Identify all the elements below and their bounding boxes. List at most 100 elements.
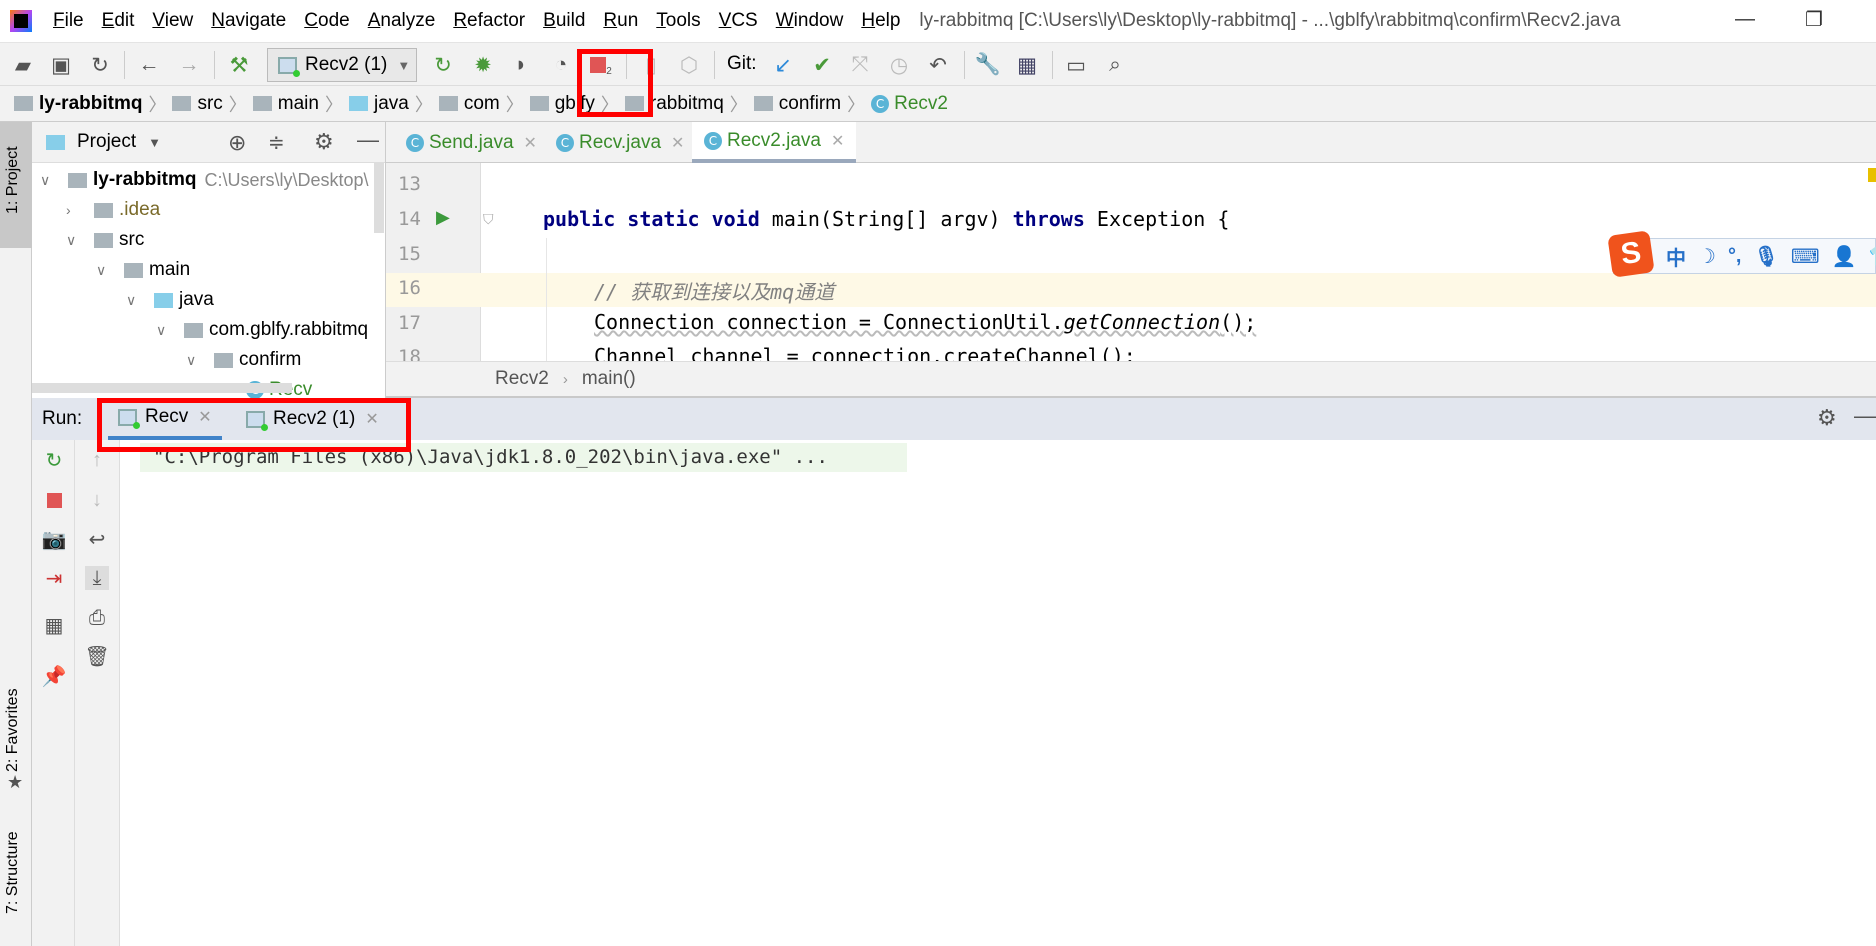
git-rollback-icon[interactable]: ↶ — [925, 52, 951, 78]
tree-item-project-root[interactable]: ∨ ly-rabbitmq C:\Users\ly\Desktop\ — [40, 165, 369, 195]
menu-code[interactable]: Code — [295, 10, 358, 32]
tree-item-package[interactable]: ∨ com.gblfy.rabbitmq — [156, 315, 368, 345]
ime-toolbar[interactable]: S 中 ☽ °, 🎙 ⌨ 👤 👕 — [1607, 230, 1876, 278]
run-tab-recv2[interactable]: Recv2 (1) ✕ — [236, 398, 389, 440]
deploy-icon[interactable]: ⬡ — [676, 52, 702, 78]
tab-recv-java[interactable]: C Recv.java ✕ — [544, 122, 696, 163]
menu-build[interactable]: Build — [534, 10, 594, 32]
punctuation-icon[interactable]: °, — [1728, 245, 1742, 268]
tree-item-java[interactable]: ∨ java — [126, 285, 214, 315]
tree-item-src[interactable]: ∨ src — [66, 225, 144, 255]
restore-button[interactable]: ❐ — [1805, 7, 1823, 32]
crumb-main[interactable]: main 〉 — [252, 91, 343, 117]
crumb-java[interactable]: java 〉 — [348, 91, 433, 117]
git-compare-icon[interactable]: ⤧ — [847, 52, 873, 78]
terminal-icon[interactable]: ▭ — [1063, 52, 1089, 78]
close-icon[interactable]: ✕ — [671, 133, 684, 153]
rerun-icon[interactable]: ↻ — [430, 52, 456, 78]
close-icon[interactable]: ✕ — [198, 407, 211, 427]
menu-help[interactable]: Help — [852, 10, 909, 32]
git-commit-icon[interactable]: ✔ — [809, 52, 835, 78]
sync-icon[interactable]: ↻ — [87, 52, 113, 78]
horizontal-scrollbar[interactable] — [32, 383, 292, 393]
search-icon[interactable]: ⌕ — [1102, 52, 1128, 78]
tree-item-idea[interactable]: › .idea — [66, 195, 160, 225]
collapse-all-icon[interactable]: ≑ — [268, 130, 285, 155]
gear-icon[interactable]: ⚙ — [314, 129, 334, 155]
menu-edit[interactable]: Edit — [93, 10, 144, 32]
hide-panel-icon[interactable]: — — [357, 127, 379, 153]
console-output[interactable]: "C:\Program Files (x86)\Java\jdk1.8.0_20… — [120, 440, 1876, 946]
crumb-gblfy[interactable]: gblfy 〉 — [529, 91, 619, 117]
layout-icon[interactable]: ▦ — [42, 613, 66, 637]
menu-run[interactable]: Run — [594, 10, 647, 32]
vertical-scrollbar[interactable] — [374, 163, 384, 233]
close-icon[interactable]: ✕ — [831, 131, 844, 151]
stop-icon[interactable] — [42, 488, 66, 512]
crumb-project[interactable]: ly-rabbitmq 〉 — [14, 91, 166, 117]
trash-icon[interactable]: 🗑 — [84, 644, 109, 668]
exit-icon[interactable]: ⇥ — [42, 566, 66, 590]
run-tab-recv[interactable]: Recv ✕ — [108, 398, 222, 440]
ime-mode[interactable]: 中 — [1666, 242, 1686, 271]
user-icon[interactable]: 👤 — [1832, 244, 1857, 269]
tab-send-java[interactable]: C Send.java ✕ — [394, 122, 549, 163]
build-hammer-icon[interactable]: ⚒ — [226, 52, 252, 78]
locate-icon[interactable]: ⊕ — [228, 130, 246, 156]
stop-icon[interactable]: 2 — [588, 52, 614, 78]
menu-vcs[interactable]: VCS — [710, 10, 767, 32]
gear-icon[interactable]: ⚙ — [1817, 405, 1837, 431]
crumb-com[interactable]: com 〉 — [438, 91, 524, 117]
menu-refactor[interactable]: Refactor — [444, 10, 534, 32]
microphone-icon[interactable]: 🎙 — [1754, 244, 1779, 269]
project-tool-label[interactable]: 1: Project — [4, 146, 22, 214]
menu-view[interactable]: View — [143, 10, 202, 32]
forward-icon[interactable]: → — [176, 52, 202, 78]
camera-icon[interactable]: 📷 — [42, 527, 67, 551]
pin-icon[interactable]: 📌 — [42, 664, 67, 688]
scroll-to-end-icon[interactable]: ⤓ — [85, 566, 109, 590]
arrow-up-icon[interactable]: ↑ — [85, 448, 109, 472]
keyboard-icon[interactable]: ⌨ — [1791, 244, 1820, 269]
menu-navigate[interactable]: Navigate — [202, 10, 295, 32]
back-icon[interactable]: ← — [136, 52, 162, 78]
git-update-icon[interactable]: ↙ — [770, 52, 796, 78]
project-view-select[interactable]: Project — [77, 131, 136, 153]
rerun-icon[interactable]: ↻ — [42, 448, 66, 472]
profile-icon[interactable]: ◔ — [548, 52, 574, 78]
fold-icon[interactable]: ⛉ — [483, 211, 494, 228]
crumb-src[interactable]: src 〉 — [172, 91, 247, 117]
crumb-recv2[interactable]: C Recv2 — [871, 93, 948, 115]
close-icon[interactable]: ✕ — [524, 133, 537, 153]
skin-shirt-icon[interactable]: 👕 — [1869, 244, 1876, 269]
open-folder-icon[interactable]: ▰ — [10, 52, 36, 78]
crumb-rabbitmq[interactable]: rabbitmq 〉 — [624, 91, 748, 117]
moon-icon[interactable]: ☽ — [1698, 244, 1716, 269]
save-icon[interactable]: ▣ — [48, 52, 74, 78]
tab-recv2-java[interactable]: C Recv2.java ✕ — [692, 122, 857, 163]
run-gutter-icon[interactable]: ▶ — [436, 207, 450, 228]
git-history-icon[interactable]: ◷ — [886, 52, 912, 78]
attach-debugger-icon[interactable]: ▯ — [638, 52, 664, 78]
soft-wrap-icon[interactable]: ↩ — [85, 527, 109, 551]
arrow-down-icon[interactable]: ↓ — [85, 488, 109, 512]
crumb-method[interactable]: main() — [582, 368, 636, 390]
crumb-class[interactable]: Recv2 — [495, 368, 549, 390]
menu-window[interactable]: Window — [767, 10, 853, 32]
tree-item-confirm[interactable]: ∨ confirm — [186, 345, 301, 375]
coverage-icon[interactable]: ◗ — [508, 52, 534, 78]
menu-analyze[interactable]: Analyze — [359, 10, 445, 32]
tree-item-main[interactable]: ∨ main — [96, 255, 190, 285]
settings-wrench-icon[interactable]: 🔧 — [975, 52, 1001, 78]
print-icon[interactable]: ⎙ — [85, 606, 109, 630]
run-config-select[interactable]: Recv2 (1) ▼ — [267, 48, 417, 82]
chevron-down-icon[interactable]: ▼ — [148, 135, 161, 150]
menu-tools[interactable]: Tools — [647, 10, 709, 32]
debug-icon[interactable]: ✹ — [470, 52, 496, 78]
minimize-button[interactable]: — — [1735, 8, 1755, 31]
crumb-confirm[interactable]: confirm 〉 — [753, 91, 865, 117]
hide-panel-icon[interactable]: — — [1854, 403, 1876, 429]
project-structure-icon[interactable]: ▦ — [1014, 52, 1040, 78]
close-icon[interactable]: ✕ — [365, 409, 378, 429]
menu-file[interactable]: File — [44, 10, 93, 32]
